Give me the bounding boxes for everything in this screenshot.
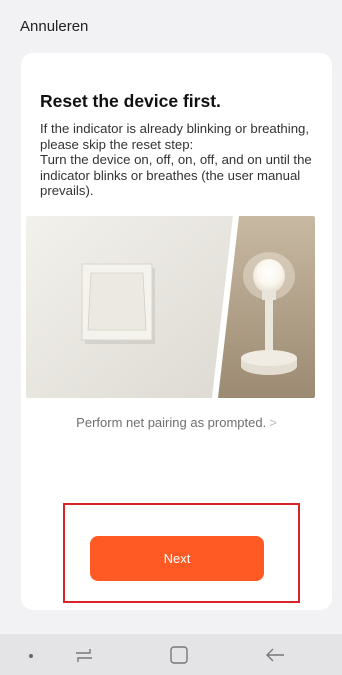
cancel-button[interactable]: Annuleren: [20, 18, 88, 35]
recent-apps-icon[interactable]: [73, 644, 95, 666]
home-icon[interactable]: [168, 644, 190, 666]
system-navigation-bar: [0, 634, 342, 675]
back-icon[interactable]: [264, 644, 286, 666]
net-pairing-link-label: Perform net pairing as prompted.: [76, 415, 267, 430]
wall-switch-image: [81, 263, 155, 344]
top-bar: Annuleren: [0, 0, 342, 48]
page-title: Reset the device first.: [40, 91, 221, 111]
net-pairing-link[interactable]: Perform net pairing as prompted. >: [21, 415, 332, 430]
dot-icon: [29, 654, 33, 658]
reset-instructions: If the indicator is already blinking or …: [40, 121, 312, 199]
reset-illustration: [26, 216, 315, 398]
chevron-right-icon: >: [269, 415, 277, 430]
next-button[interactable]: Next: [90, 536, 264, 581]
